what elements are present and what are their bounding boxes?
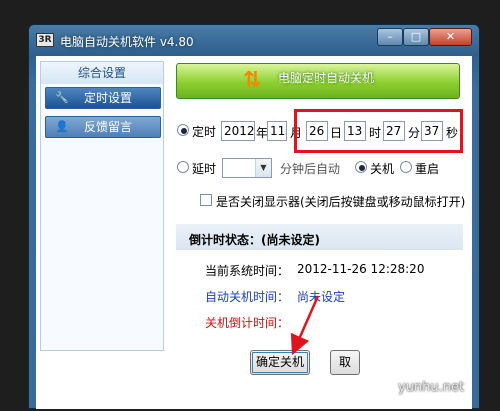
user-icon: 👤 — [55, 120, 69, 133]
scheduled-radio[interactable] — [177, 124, 189, 136]
year-input[interactable]: 2012 — [221, 121, 255, 141]
shutdown-countdown-label: 关机倒计时间： — [205, 316, 290, 330]
close-monitor-checkbox[interactable] — [200, 194, 212, 206]
countdown-status: 倒计时状态：(尚未设定) — [189, 233, 320, 247]
chevron-down-icon: ▼ — [255, 159, 271, 177]
window-title: 电脑自动关机软件 v4.80 — [60, 35, 194, 49]
current-time-label: 当前系统时间： — [205, 264, 290, 278]
app-icon: 3R — [36, 33, 54, 47]
delay-radio[interactable] — [177, 161, 189, 173]
scheduled-label: 定时 — [192, 125, 217, 139]
sidebar-item-label: 定时设置 — [84, 91, 133, 105]
close-button[interactable]: ✕ — [429, 28, 472, 46]
banner-title-reflection: 电脑定时自动关机 — [278, 76, 375, 84]
up-down-arrows-icon: ⇅ — [242, 68, 262, 93]
tools-icon: 🔧 — [55, 91, 69, 104]
delay-minutes-select[interactable]: ▼ — [222, 158, 272, 178]
confirm-shutdown-button[interactable]: 确定关机 — [250, 350, 310, 375]
restart-radio[interactable] — [400, 161, 412, 173]
minimize-button[interactable]: – — [377, 28, 403, 46]
sidebar-header: 综合设置 — [41, 62, 163, 84]
close-monitor-label: 是否关闭显示器(关闭后按键盘或移动鼠标打开) — [216, 195, 466, 209]
sidebar-item-feedback[interactable]: 👤 反馈留言 — [45, 116, 161, 138]
delay-label: 延时 — [192, 162, 217, 176]
shutdown-label: 关机 — [370, 162, 395, 176]
sidebar-item-label: 反馈留言 — [84, 120, 133, 134]
shutdown-radio[interactable] — [355, 161, 367, 173]
auto-shutdown-label: 自动关机时间： — [205, 290, 290, 304]
delay-suffix: 分钟后自动 — [280, 162, 341, 176]
watermark: yunhu.net — [398, 380, 465, 395]
current-time-value: 2012-11-26 12:28:20 — [297, 262, 425, 276]
maximize-button[interactable]: □ — [403, 28, 429, 46]
cancel-button[interactable]: 取 — [330, 350, 360, 375]
month-input[interactable]: 11 — [267, 121, 287, 141]
restart-label: 重启 — [415, 162, 440, 176]
highlight-box — [294, 109, 463, 153]
auto-shutdown-value: 尚未设定 — [297, 290, 346, 304]
sidebar-item-timer-settings[interactable]: 🔧 定时设置 — [45, 87, 161, 109]
